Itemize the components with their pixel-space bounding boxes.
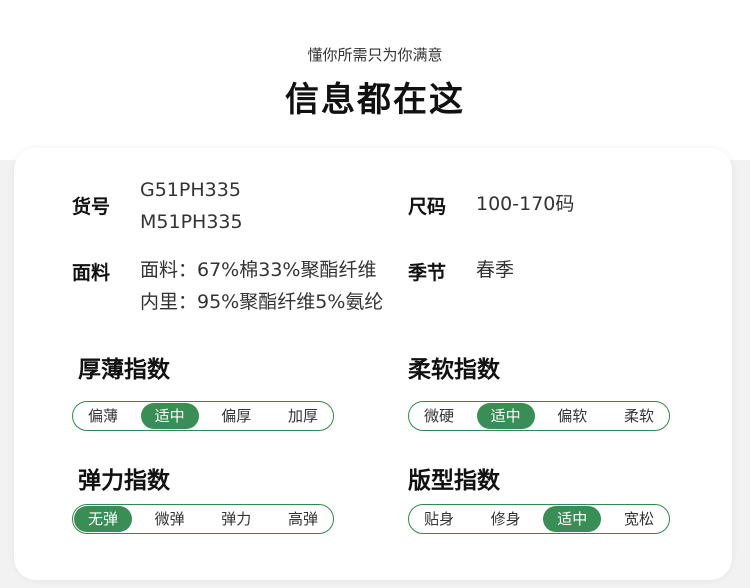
info-card: 货号 G51PH335 M51PH335 尺码 100-170码 面料 面料：6… <box>14 148 732 580</box>
softness-option-4[interactable]: 柔软 <box>610 403 668 429</box>
thickness-scale: 偏薄 适中 偏厚 加厚 <box>72 401 334 431</box>
thickness-option-2[interactable]: 适中 <box>140 403 199 429</box>
page-subtitle: 懂你所需只为你满意 <box>307 46 443 64</box>
elasticity-option-1[interactable]: 无弹 <box>74 506 132 532</box>
fit-option-1[interactable]: 贴身 <box>410 506 468 532</box>
size-label: 尺码 <box>408 196 447 218</box>
softness-option-3[interactable]: 偏软 <box>543 403 601 429</box>
elasticity-scale: 无弹 微弹 弹力 高弹 <box>72 504 334 534</box>
fit-option-3[interactable]: 适中 <box>543 506 602 532</box>
sku-value-2: M51PH335 <box>140 211 243 233</box>
thickness-option-4[interactable]: 加厚 <box>274 403 332 429</box>
season-label: 季节 <box>408 262 447 284</box>
fit-index-title: 版型指数 <box>408 468 500 494</box>
sku-value-1: G51PH335 <box>140 179 241 201</box>
softness-option-2[interactable]: 适中 <box>476 403 535 429</box>
season-value: 春季 <box>476 259 515 281</box>
fit-option-4[interactable]: 宽松 <box>610 506 668 532</box>
fabric-label: 面料 <box>72 262 111 284</box>
thickness-option-3[interactable]: 偏厚 <box>207 403 265 429</box>
softness-scale: 微硬 适中 偏软 柔软 <box>408 401 670 431</box>
sku-values: G51PH335 M51PH335 <box>140 174 243 238</box>
fit-scale: 贴身 修身 适中 宽松 <box>408 504 670 534</box>
thickness-option-1[interactable]: 偏薄 <box>74 403 132 429</box>
fabric-value-inner: 内里：95%聚酯纤维5%氨纶 <box>140 291 384 313</box>
fit-option-2[interactable]: 修身 <box>477 506 535 532</box>
elasticity-option-3[interactable]: 弹力 <box>207 506 265 532</box>
sku-label: 货号 <box>72 196 111 218</box>
softness-option-1[interactable]: 微硬 <box>410 403 468 429</box>
header-area: 懂你所需只为你满意 信息都在这 <box>0 0 750 160</box>
softness-index-title: 柔软指数 <box>408 357 500 383</box>
thickness-index-title: 厚薄指数 <box>78 357 170 383</box>
elasticity-option-4[interactable]: 高弹 <box>274 506 332 532</box>
elasticity-index-title: 弹力指数 <box>78 468 170 494</box>
fabric-values: 面料：67%棉33%聚酯纤维 内里：95%聚酯纤维5%氨纶 <box>140 254 383 318</box>
fabric-value-outer: 面料：67%棉33%聚酯纤维 <box>140 259 377 281</box>
elasticity-option-2[interactable]: 微弹 <box>141 506 199 532</box>
page-title: 信息都在这 <box>285 80 465 120</box>
size-value: 100-170码 <box>476 193 575 215</box>
